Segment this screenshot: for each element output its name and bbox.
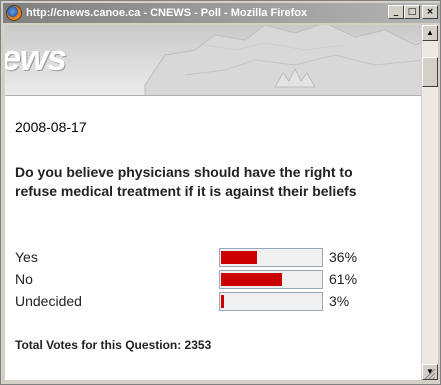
title-bar[interactable]: http://cnews.canoe.ca - CNEWS - Poll - M…: [3, 3, 440, 23]
poll-result-row: No 61%: [15, 269, 415, 291]
result-bar-fill: [221, 273, 282, 286]
result-percent: 61%: [329, 271, 358, 287]
poll-question: Do you believe physicians should have th…: [15, 164, 357, 199]
vertical-scrollbar[interactable]: ▲ ▼: [422, 25, 438, 380]
result-percent: 36%: [329, 249, 358, 265]
result-bar-fill: [221, 295, 224, 308]
banner-divider: [5, 95, 421, 101]
minimize-button[interactable]: _: [388, 5, 404, 19]
result-percent: 3%: [329, 293, 350, 309]
window-title: http://cnews.canoe.ca - CNEWS - Poll - M…: [26, 7, 308, 19]
firefox-icon: [6, 5, 22, 21]
scroll-up-button[interactable]: ▲: [422, 25, 438, 41]
window-controls: _ □ ×: [388, 5, 438, 19]
result-bar-fill: [221, 251, 257, 264]
result-bar: [219, 248, 323, 267]
result-bar: [219, 292, 323, 311]
result-bar: [219, 270, 323, 289]
poll-result-row: Undecided 3%: [15, 291, 415, 313]
map-graphic: [144, 25, 421, 101]
cnews-banner: ews: [5, 25, 421, 101]
scroll-thumb[interactable]: [422, 57, 438, 87]
total-votes: Total Votes for this Question: 2353: [15, 338, 212, 352]
resize-grip-icon[interactable]: [424, 368, 436, 380]
option-label: No: [15, 271, 33, 287]
close-button[interactable]: ×: [422, 5, 438, 19]
poll-results: Yes 36% No 61% Undecided 3%: [15, 247, 415, 313]
page-content: ews 2008-08-17 Do you believe physicians…: [5, 25, 421, 380]
cnews-logo[interactable]: ews: [5, 37, 67, 79]
poll-date: 2008-08-17: [15, 119, 87, 135]
maximize-button[interactable]: □: [404, 5, 420, 19]
option-label: Yes: [15, 249, 38, 265]
arrow-up-icon: ▲: [426, 28, 434, 37]
poll-result-row: Yes 36%: [15, 247, 415, 269]
browser-window: http://cnews.canoe.ca - CNEWS - Poll - M…: [0, 0, 441, 385]
option-label: Undecided: [15, 293, 82, 309]
